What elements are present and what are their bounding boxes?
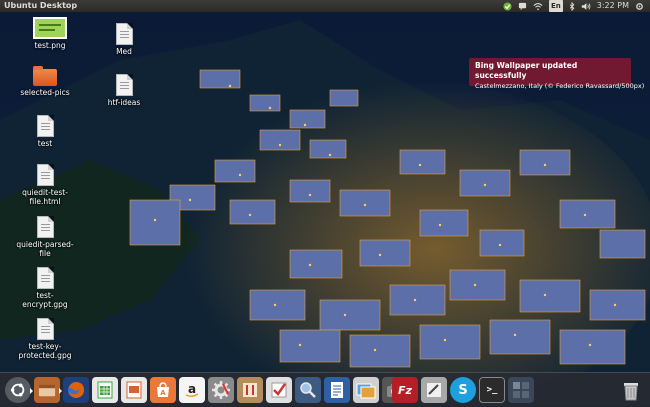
power-gear-icon[interactable] (635, 0, 644, 12)
document-icon (36, 267, 54, 289)
image-thumbnail-icon (33, 17, 67, 39)
bluetooth-icon[interactable] (569, 0, 575, 12)
notes-icon[interactable] (421, 377, 447, 403)
system-settings-icon[interactable] (208, 377, 234, 403)
svg-text:a: a (188, 382, 196, 396)
desktop-file-htf-ideas[interactable]: htf-ideas (94, 74, 154, 107)
magnifier-icon[interactable] (295, 377, 321, 403)
libreoffice-impress-icon[interactable] (121, 377, 147, 403)
document-icon (36, 164, 54, 186)
keyboard-layout-indicator[interactable]: En (549, 0, 563, 12)
image-viewer-icon[interactable] (353, 377, 379, 403)
document-icon (36, 216, 54, 238)
skype-icon[interactable]: S (450, 377, 476, 403)
update-indicator-icon[interactable] (503, 0, 512, 12)
desktop-file-med[interactable]: Med (94, 23, 154, 56)
desktop-file-test-key-protected[interactable]: test-key-protected.gpg (15, 318, 75, 360)
notification-bubble: Bing Wallpaper updated successfully Cast… (469, 58, 644, 90)
filezilla-icon[interactable]: Fz (392, 377, 418, 403)
document-icon (36, 318, 54, 340)
amazon-icon[interactable]: a (179, 377, 205, 403)
document-icon (115, 74, 133, 96)
desktop-folder-selected-pics[interactable]: selected-pics (15, 66, 75, 97)
tasks-icon[interactable] (266, 377, 292, 403)
workspace-switcher-icon[interactable] (508, 377, 534, 403)
trash-icon[interactable] (618, 377, 644, 403)
notification-title: Bing Wallpaper updated successfully (475, 61, 578, 80)
desktop-file-quiedit-parsed-file[interactable]: quiedit-parsed-file (15, 216, 75, 258)
desktop-file-test-png[interactable]: test.png (20, 17, 80, 50)
desktop-file-test[interactable]: test (15, 115, 75, 148)
folder-icon (33, 66, 57, 86)
filezilla-label: Fz (398, 383, 412, 397)
notification-body: Castelmezzano, Italy (© Federico Ravassa… (475, 82, 645, 90)
terminal-prompt: >_ (486, 385, 498, 395)
desktop-file-test-encrypt[interactable]: test-encrypt.gpg (15, 267, 75, 309)
document-icon (115, 23, 133, 45)
top-panel: Ubuntu Desktop En 3:22 PM (0, 0, 650, 12)
volume-icon[interactable] (581, 0, 591, 12)
skype-label: S (458, 382, 468, 398)
files-icon[interactable] (30, 377, 60, 403)
software-center-icon[interactable]: A (150, 377, 176, 403)
terminal-icon[interactable]: >_ (479, 377, 505, 403)
document-icon (36, 115, 54, 137)
notification-bubble-icon[interactable] (518, 0, 527, 12)
wifi-icon[interactable] (533, 0, 543, 12)
ubuntu-dash-icon[interactable] (5, 377, 31, 403)
indicator-area: En 3:22 PM (503, 0, 644, 12)
document-viewer-icon[interactable] (324, 377, 350, 403)
dock-launcher: A a Fz S >_ (0, 372, 650, 407)
desktop-file-quiedit-test-file[interactable]: quiedit-test-file.html (15, 164, 75, 206)
firefox-icon[interactable] (59, 377, 89, 403)
window-title: Ubuntu Desktop (4, 1, 78, 10)
text-editor-icon[interactable] (237, 377, 263, 403)
svg-text:A: A (160, 389, 166, 397)
libreoffice-calc-icon[interactable] (92, 377, 118, 403)
clock[interactable]: 3:22 PM (597, 0, 629, 12)
